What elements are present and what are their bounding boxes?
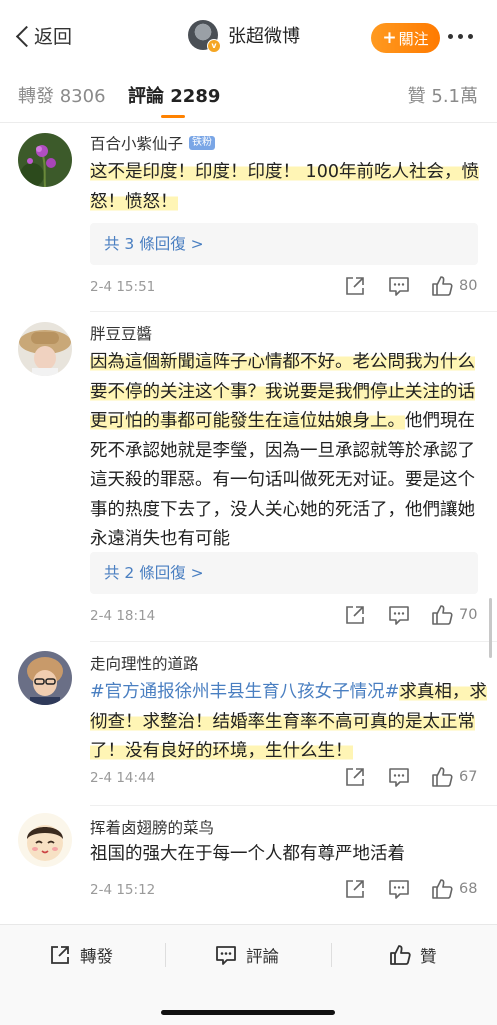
username-text: 挥着卤翅膀的菜鸟 bbox=[90, 819, 215, 837]
like-button[interactable]: 67 bbox=[431, 766, 477, 788]
plus-icon: + bbox=[382, 28, 397, 48]
divider bbox=[165, 943, 166, 967]
comment-text-plain: 他們現在死不承認她就是李瑩，因為一旦承認就等於承認了這天殺的罪惡。有一句话叫做死… bbox=[90, 411, 475, 549]
comment-text: 这不是印度！印度！印度！ 100年前吃人社会，愤怒！愤怒！ bbox=[90, 158, 488, 217]
repost-button[interactable]: 轉發 bbox=[49, 943, 113, 967]
like-button[interactable]: 80 bbox=[431, 275, 477, 297]
back-label: 返回 bbox=[34, 26, 73, 48]
username[interactable]: 胖豆豆醬 bbox=[90, 322, 152, 344]
like-post-button[interactable]: 贊 bbox=[389, 943, 437, 967]
comment-time: 2-4 18:14 bbox=[90, 608, 156, 624]
reply-icon[interactable] bbox=[388, 766, 410, 792]
share-icon[interactable] bbox=[344, 275, 366, 301]
like-button[interactable]: 68 bbox=[431, 878, 477, 900]
tab-likes[interactable]: 贊 5.1萬 bbox=[408, 82, 478, 108]
share-icon[interactable] bbox=[344, 766, 366, 792]
like-button[interactable]: 70 bbox=[431, 604, 477, 626]
comment-time: 2-4 15:51 bbox=[90, 279, 156, 295]
fan-badge: 铁粉 bbox=[189, 136, 216, 150]
avatar[interactable] bbox=[18, 651, 72, 705]
avatar[interactable] bbox=[18, 322, 72, 376]
comment-meta: 2-4 14:44 67 bbox=[90, 766, 480, 792]
thumbs-up-icon bbox=[432, 605, 453, 625]
comment-text-plain: 祖国的强大在于每一个人都有尊严地活着 bbox=[90, 844, 405, 864]
reply-icon[interactable] bbox=[388, 275, 410, 301]
username-text: 百合小紫仙子 bbox=[90, 135, 184, 153]
like-count: 80 bbox=[459, 278, 478, 294]
comment-time: 2-4 14:44 bbox=[90, 770, 156, 786]
view-replies-link[interactable]: 共 3 條回復 > bbox=[90, 223, 478, 265]
username-text: 走向理性的道路 bbox=[90, 655, 199, 673]
follow-label: 關注 bbox=[398, 29, 429, 48]
like-label: 贊 bbox=[420, 947, 437, 966]
thumbs-up-icon bbox=[432, 767, 453, 787]
comment-tabs: 轉發 8306 評論 2289 贊 5.1萬 bbox=[0, 70, 497, 123]
comment-icon bbox=[216, 946, 236, 965]
thumbs-up-icon bbox=[432, 276, 453, 296]
verified-badge-icon: v bbox=[207, 39, 221, 53]
username[interactable]: 走向理性的道路 bbox=[90, 652, 199, 674]
divider bbox=[331, 943, 332, 967]
thumbs-up-icon bbox=[390, 945, 411, 965]
bottom-action-bar: 轉發 評論 贊 bbox=[0, 924, 497, 1025]
view-replies-link[interactable]: 共 2 條回復 > bbox=[90, 552, 478, 594]
follow-button[interactable]: + 關注 bbox=[371, 23, 440, 53]
username-text: 胖豆豆醬 bbox=[90, 325, 153, 343]
repost-label: 轉發 bbox=[80, 947, 113, 966]
comment-text: #官方通报徐州丰县生育八孩女子情况#求真相，求彻查！求整治！结婚率生育率不高可真… bbox=[90, 678, 488, 767]
like-count: 67 bbox=[459, 769, 478, 785]
comment-item: 挥着卤翅膀的菜鸟 祖国的强大在于每一个人都有尊严地活着 2-4 15:12 68 bbox=[0, 806, 497, 918]
share-icon[interactable] bbox=[344, 604, 366, 630]
reply-icon[interactable] bbox=[388, 878, 410, 904]
tab-comments[interactable]: 評論 2289 bbox=[128, 82, 220, 108]
hashtag-link[interactable]: #官方通报徐州丰县生育八孩女子情况# bbox=[90, 682, 399, 702]
comment-item: 胖豆豆醬 因為這個新聞這阵子心情都不好。老公問我为什么要不停的关注这个事？我说要… bbox=[0, 312, 497, 642]
more-options-icon[interactable] bbox=[448, 34, 473, 39]
username[interactable]: 挥着卤翅膀的菜鸟 bbox=[90, 816, 214, 838]
username[interactable]: 百合小紫仙子 铁粉 bbox=[90, 132, 216, 154]
comment-text: 祖国的强大在于每一个人都有尊严地活着 bbox=[90, 840, 488, 870]
comment-label: 評論 bbox=[246, 947, 279, 966]
like-count: 68 bbox=[459, 881, 478, 897]
thumbs-up-icon bbox=[432, 879, 453, 899]
comment-text-highlighted: 这不是印度！印度！印度！ 100年前吃人社会，愤怒！愤怒！ bbox=[90, 162, 479, 212]
scrollbar[interactable] bbox=[489, 598, 492, 658]
comment-meta: 2-4 15:12 68 bbox=[90, 878, 480, 904]
share-icon[interactable] bbox=[344, 878, 366, 904]
home-indicator bbox=[161, 1010, 335, 1015]
active-tab-indicator bbox=[161, 115, 185, 118]
back-button[interactable]: 返回 bbox=[14, 22, 72, 49]
comment-text: 因為這個新聞這阵子心情都不好。老公問我为什么要不停的关注这个事？我说要是我們停止… bbox=[90, 348, 488, 555]
page-title: 张超微博 bbox=[228, 26, 300, 47]
avatar[interactable] bbox=[18, 813, 72, 867]
like-count: 70 bbox=[459, 607, 478, 623]
comment-time: 2-4 15:12 bbox=[90, 882, 156, 898]
top-navigation-bar: 返回 v 张超微博 + 關注 bbox=[0, 0, 497, 70]
avatar[interactable] bbox=[18, 133, 72, 187]
comment-meta: 2-4 18:14 70 bbox=[90, 604, 480, 630]
share-icon bbox=[51, 946, 69, 964]
tab-reposts[interactable]: 轉發 8306 bbox=[18, 82, 106, 108]
header-title-group[interactable]: v 张超微博 bbox=[188, 20, 300, 53]
comment-button[interactable]: 評論 bbox=[215, 943, 279, 967]
comment-meta: 2-4 15:51 80 bbox=[90, 275, 480, 301]
chevron-left-icon bbox=[14, 23, 32, 49]
reply-icon[interactable] bbox=[388, 604, 410, 630]
comment-item: 走向理性的道路 #官方通报徐州丰县生育八孩女子情况#求真相，求彻查！求整治！结婚… bbox=[0, 642, 497, 806]
comment-item: 百合小紫仙子 铁粉 这不是印度！印度！印度！ 100年前吃人社会，愤怒！愤怒！ … bbox=[0, 122, 497, 312]
avatar[interactable]: v bbox=[188, 20, 221, 53]
